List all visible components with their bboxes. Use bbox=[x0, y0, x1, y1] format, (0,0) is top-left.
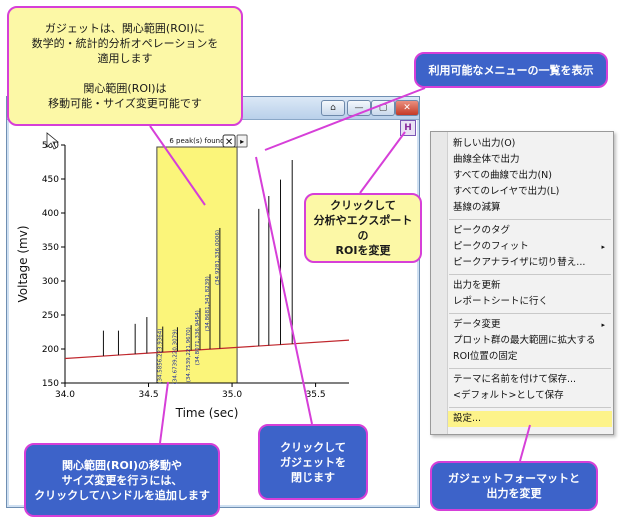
maximize-button[interactable]: ▢ bbox=[371, 100, 395, 116]
y-tick-label: 250 bbox=[42, 311, 59, 321]
expand-arrow-icon: ▸ bbox=[240, 137, 244, 146]
menu-item[interactable]: <デフォルト>として保存 bbox=[451, 388, 609, 404]
menu-separator bbox=[449, 274, 611, 275]
menu-item-label: ROI位置の固定 bbox=[453, 351, 518, 362]
menu-item[interactable]: ピークのフィット ▸ bbox=[451, 239, 609, 255]
menu-separator bbox=[449, 407, 611, 408]
minimize-button[interactable]: — bbox=[347, 100, 371, 116]
menu-item-label: すべてのレイヤで出力(L) bbox=[453, 186, 560, 197]
menu-item[interactable]: ピークアナライザに切り替え... bbox=[451, 255, 609, 271]
peak-label: (34.7539,221.9670) bbox=[186, 327, 192, 382]
peak-label: (34.9281,336.0006) bbox=[215, 230, 221, 285]
y-tick-label: 450 bbox=[42, 175, 59, 185]
menu-separator bbox=[449, 219, 611, 220]
x-tick-label: 35.0 bbox=[222, 390, 242, 400]
y-tick-label: 150 bbox=[42, 379, 59, 389]
menu-gutter bbox=[431, 132, 448, 434]
menu-item[interactable]: レポートシートに行く bbox=[451, 294, 609, 310]
submenu-arrow-icon: ▸ bbox=[601, 321, 605, 329]
peak-label: (34.5856,223.9364) bbox=[158, 329, 164, 384]
y-axis-title: Voltage (mv) bbox=[16, 226, 30, 303]
x-tick-label: 34.5 bbox=[139, 390, 159, 400]
x-tick-label: 35.5 bbox=[306, 390, 326, 400]
close-window-button[interactable]: ✕ bbox=[395, 100, 419, 116]
peak-label: (34.8071,336.9454) bbox=[195, 310, 201, 365]
peak-label: (34.6739,220.3079) bbox=[172, 329, 178, 384]
menu-item-label: テーマに名前を付けて保存... bbox=[453, 374, 577, 385]
menu-item[interactable]: すべてのレイヤで出力(L) bbox=[451, 184, 609, 200]
menu-item[interactable]: ROI位置の固定 bbox=[451, 349, 609, 365]
menu-item-label: ピークのタグ bbox=[453, 225, 511, 236]
callout-click-roi: クリックして 分析やエクスポートの ROIを変更 bbox=[304, 193, 422, 263]
menu-item[interactable]: すべての曲線で出力(N) bbox=[451, 168, 609, 184]
menu-item[interactable]: 曲線全体で出力 bbox=[451, 152, 609, 168]
y-tick-label: 300 bbox=[42, 277, 59, 287]
x-axis-title: Time (sec) bbox=[175, 406, 239, 420]
menu-item-label: プロット群の最大範囲に拡大する bbox=[453, 335, 596, 346]
menu-item-label: ピークのフィット bbox=[453, 241, 529, 252]
submenu-arrow-icon: ▸ bbox=[601, 243, 605, 251]
menu-item[interactable]: 新しい出力(O) bbox=[451, 136, 609, 152]
y-tick-label: 400 bbox=[42, 209, 59, 219]
callout-add-handle: 関心範囲(ROI)の移動や サイズ変更を行うには、 クリックしてハンドルを追加し… bbox=[24, 443, 220, 517]
y-tick-label: 350 bbox=[42, 243, 59, 253]
menu-item[interactable]: 設定... bbox=[448, 411, 612, 427]
menu-item-label: 新しい出力(O) bbox=[453, 138, 516, 149]
home-button[interactable]: ⌂ bbox=[321, 100, 345, 116]
menu-item-label: データ変更 bbox=[453, 319, 501, 330]
menu-item[interactable]: プロット群の最大範囲に拡大する bbox=[451, 333, 609, 349]
menu-item-label: 曲線全体で出力 bbox=[453, 154, 520, 165]
menu-item-label: レポートシートに行く bbox=[453, 296, 549, 307]
menu-item-label: ピークアナライザに切り替え... bbox=[453, 257, 586, 268]
callout-close-gadget: クリックして ガジェットを 閉じます bbox=[258, 424, 368, 500]
menu-separator bbox=[449, 313, 611, 314]
callout-format: ガジェットフォーマットと 出力を変更 bbox=[430, 461, 598, 511]
menu-item[interactable]: テーマに名前を付けて保存... bbox=[451, 372, 609, 388]
menu-item[interactable]: 出力を更新 bbox=[451, 278, 609, 294]
context-menu: 新しい出力(O) 曲線全体で出力すべての曲線で出力(N) すべてのレイヤで出力(L)… bbox=[430, 131, 614, 435]
menu-separator bbox=[449, 368, 611, 369]
menu-item[interactable]: 基線の減算 bbox=[451, 200, 609, 216]
menu-item-label: すべての曲線で出力(N) bbox=[453, 170, 552, 181]
gadget-menu-button[interactable]: H bbox=[400, 120, 416, 136]
menu-item-label: <デフォルト>として保存 bbox=[453, 390, 564, 401]
menu-item[interactable]: ピークのタグ bbox=[451, 223, 609, 239]
x-tick-label: 34.0 bbox=[55, 390, 75, 400]
callout-menu-list: 利用可能なメニューの一覧を表示 bbox=[414, 52, 608, 88]
menu-item[interactable]: データ変更 ▸ bbox=[451, 317, 609, 333]
callout-gadget-description: ガジェットは、関心範囲(ROI)に 数学的・統計的分析オペレーションを 適用しま… bbox=[7, 6, 243, 126]
menu-item-label: 基線の減算 bbox=[453, 202, 501, 213]
y-tick-label: 200 bbox=[42, 345, 59, 355]
peak-label: (34.8681,341.8239) bbox=[205, 276, 211, 331]
menu-item-label: 出力を更新 bbox=[453, 280, 501, 291]
close-icon[interactable]: ✕ bbox=[225, 137, 233, 148]
peaks-found-label: 6 peak(s) found bbox=[169, 137, 224, 145]
menu-item-label: 設定... bbox=[453, 413, 482, 424]
